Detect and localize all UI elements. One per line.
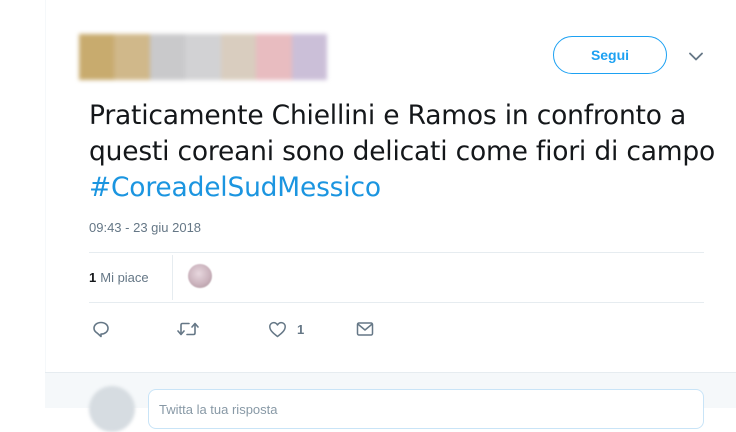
like-count: 1 bbox=[297, 321, 305, 337]
author-blur-swatch bbox=[149, 34, 186, 80]
liker-avatar[interactable] bbox=[188, 264, 212, 288]
retweet-button[interactable] bbox=[177, 318, 199, 340]
likes-summary[interactable]: 1 Mi piace bbox=[89, 270, 149, 285]
tweet-timestamp[interactable]: 09:43 - 23 giu 2018 bbox=[89, 220, 201, 235]
likes-divider bbox=[172, 255, 173, 300]
reply-button[interactable] bbox=[92, 318, 110, 340]
author-blur-swatch bbox=[220, 34, 257, 80]
tweet-card: Segui Praticamente Chiellini e Ramos in … bbox=[0, 0, 736, 432]
like-button[interactable]: 1 bbox=[268, 318, 304, 340]
reply-input[interactable]: Twitta la tua risposta bbox=[148, 389, 704, 429]
author-blur-swatch bbox=[79, 34, 115, 80]
tweet-body: Praticamente Chiellini e Ramos in confro… bbox=[89, 100, 715, 167]
tweet-text: Praticamente Chiellini e Ramos in confro… bbox=[89, 98, 719, 206]
author-blur-swatch bbox=[291, 34, 327, 80]
direct-message-button[interactable] bbox=[356, 318, 374, 340]
author-blur-swatch bbox=[185, 34, 221, 80]
left-border bbox=[45, 0, 46, 372]
hashtag-link[interactable]: #CoreadelSudMessico bbox=[89, 172, 381, 203]
likes-label: Mi piace bbox=[100, 270, 149, 285]
divider-bottom bbox=[89, 302, 704, 303]
divider-top bbox=[89, 252, 704, 253]
tweet-actions: 1 bbox=[0, 318, 736, 340]
reply-icon bbox=[93, 321, 109, 338]
author-blur-swatch bbox=[256, 34, 292, 80]
reply-avatar bbox=[89, 386, 135, 432]
heart-icon bbox=[269, 321, 286, 337]
envelope-icon bbox=[356, 322, 374, 336]
likes-count: 1 bbox=[89, 270, 97, 285]
chevron-down-icon[interactable] bbox=[686, 48, 706, 64]
author-info-blurred[interactable] bbox=[79, 34, 327, 80]
author-blur-swatch bbox=[114, 34, 150, 80]
follow-button[interactable]: Segui bbox=[553, 36, 667, 74]
retweet-icon bbox=[177, 322, 199, 336]
